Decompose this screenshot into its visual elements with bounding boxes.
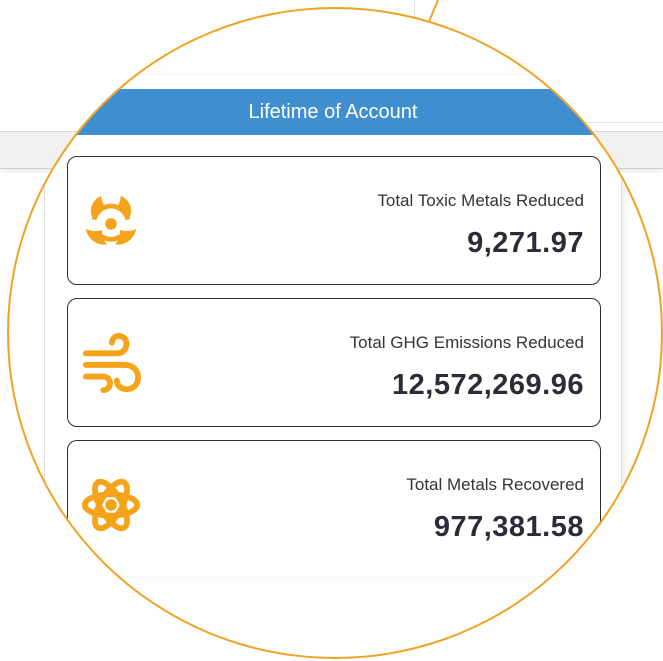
wind-icon: [82, 332, 142, 394]
stat-value: 977,381.58: [433, 511, 584, 543]
magnifier-callout: Lifetime of Account Total Toxic Metals R…: [7, 7, 663, 659]
stat-label: Total Toxic Metals Reduced: [377, 191, 584, 210]
stat-card-ghg-emissions: Total GHG Emissions Reduced 12,572,269.9…: [67, 298, 601, 427]
panel-header: Lifetime of Account: [45, 89, 621, 135]
biohazard-icon: [85, 195, 137, 245]
lifetime-stats-panel: Lifetime of Account Total Toxic Metals R…: [44, 76, 622, 576]
stat-label: Total GHG Emissions Reduced: [349, 333, 584, 352]
screenshot-stage: Lifetime of Account Total Toxic Metals R…: [0, 0, 663, 661]
stat-value: 12,572,269.96: [392, 369, 584, 401]
stat-value: 9,271.97: [467, 227, 584, 259]
atom-icon: [81, 478, 141, 532]
stat-card-metals-recovered: Total Metals Recovered 977,381.58: [67, 440, 601, 576]
stat-card-toxic-metals: Total Toxic Metals Reduced 9,271.97: [67, 156, 601, 285]
stat-label: Total Metals Recovered: [406, 475, 584, 494]
panel-title: Lifetime of Account: [248, 100, 418, 123]
